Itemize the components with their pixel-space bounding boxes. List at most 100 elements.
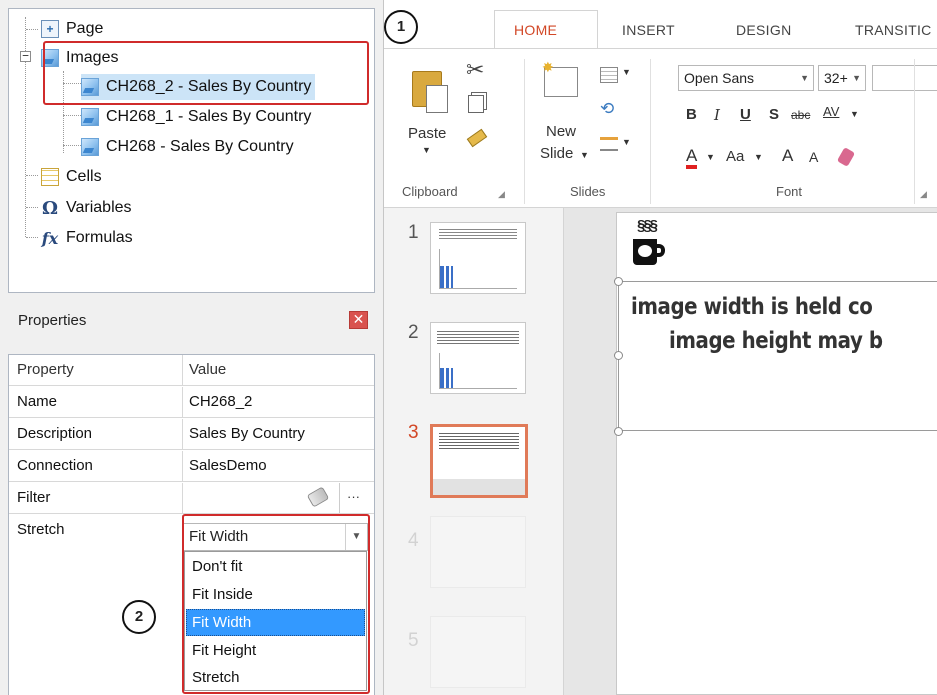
new-slide-label: Slide (540, 145, 574, 162)
copy-icon[interactable] (468, 95, 484, 113)
group-font: Font (776, 184, 803, 199)
tree-item-ch268[interactable]: CH268 - Sales By Country (81, 134, 294, 160)
property-row[interactable]: Connection SalesDemo (9, 451, 374, 482)
property-name: Stretch (9, 515, 183, 546)
tree-item-label: CH268_1 - Sales By Country (106, 108, 312, 125)
new-slide-label: New (546, 123, 577, 140)
chevron-down-icon[interactable]: ▼ (850, 109, 859, 119)
function-icon: fx (41, 228, 59, 248)
group-separator (914, 59, 915, 204)
collapse-images-toggle[interactable]: − (20, 50, 31, 62)
tree-guide (26, 29, 38, 30)
col-property-header: Property (9, 355, 183, 386)
close-icon[interactable]: ✕ (349, 311, 368, 329)
tab-home[interactable]: HOME (514, 22, 557, 38)
shrink-font-button[interactable]: A (809, 149, 818, 165)
steam-icon: §§§ (637, 217, 658, 234)
font-size-box[interactable]: 32+ ▼ (818, 65, 866, 91)
font-size-value: 32+ (824, 70, 848, 86)
tree-item-cells[interactable]: Cells (41, 164, 102, 190)
more-button[interactable]: ··· (339, 483, 367, 513)
new-slide-button[interactable]: ✸ New Slide ▼ (536, 57, 589, 173)
format-painter-icon[interactable] (466, 128, 488, 148)
property-value[interactable]: CH268_2 (189, 387, 369, 418)
font-extra-box[interactable] (872, 65, 937, 91)
highlight-box (43, 41, 369, 105)
cut-icon[interactable]: ✂ (466, 57, 484, 83)
property-value[interactable]: SalesDemo (189, 451, 369, 482)
thumbnail-text (437, 331, 519, 345)
section-icon[interactable] (600, 137, 618, 151)
tree-guide (26, 175, 38, 176)
clear-formatting-icon[interactable] (836, 147, 856, 167)
group-separator (524, 59, 525, 204)
layout-icon[interactable] (600, 67, 618, 83)
slide[interactable]: §§§ image width is held co image height … (614, 212, 937, 695)
grid-header: Property Value (9, 355, 374, 386)
slide-thumbnail-active[interactable] (430, 424, 528, 498)
char-spacing-button[interactable]: AV (823, 104, 839, 119)
image-icon (81, 108, 99, 126)
ribbon: Paste ▼ ✂ Clipboard ◢ ✸ New Slide ▼ ▼ ⟲ … (384, 48, 937, 208)
dialog-launcher-icon[interactable]: ◢ (498, 189, 505, 200)
resize-handle[interactable] (614, 277, 623, 286)
dialog-launcher-icon[interactable]: ◢ (920, 189, 927, 200)
tree-item-label: Page (66, 20, 104, 37)
group-clipboard: Clipboard (402, 184, 458, 199)
slide-thumbnails: 1 2 3 4 5 (384, 208, 564, 695)
text-box[interactable]: image width is held co image height may … (614, 277, 937, 436)
resize-handle[interactable] (614, 427, 623, 436)
tab-design[interactable]: DESIGN (736, 22, 791, 38)
property-value[interactable]: Sales By Country (189, 419, 369, 450)
slide-canvas: §§§ image width is held co image height … (564, 208, 937, 695)
property-row[interactable]: Description Sales By Country (9, 419, 374, 450)
tree-item-page[interactable]: + Page (41, 16, 103, 42)
property-row[interactable]: Filter ··· (9, 483, 374, 514)
callout-1: 1 (384, 10, 418, 44)
left-panel: − + Page Images CH268_2 - Sales By Count… (0, 0, 383, 695)
grow-font-button[interactable]: A (782, 146, 793, 166)
chevron-down-icon[interactable]: ▼ (852, 66, 861, 90)
slide-thumbnail[interactable] (430, 616, 526, 688)
bold-button[interactable]: B (686, 106, 697, 123)
tree-item-variables[interactable]: Ω Variables (41, 195, 132, 221)
tree-guide (26, 207, 38, 208)
image-icon (81, 138, 99, 156)
property-name: Description (9, 419, 183, 450)
tree-item-ch268-1[interactable]: CH268_1 - Sales By Country (81, 104, 311, 130)
slide-number: 5 (408, 630, 419, 651)
property-row[interactable]: Name CH268_2 (9, 387, 374, 418)
italic-button[interactable]: I (714, 106, 720, 124)
tree-item-formulas[interactable]: fx Formulas (41, 225, 133, 251)
shadow-button[interactable]: S (769, 106, 779, 123)
tab-insert[interactable]: INSERT (622, 22, 675, 38)
strikethrough-button[interactable]: abc (791, 108, 810, 122)
page-icon: + (41, 20, 59, 38)
mug-logo-icon (633, 239, 665, 265)
slide-thumbnail[interactable] (430, 322, 526, 394)
chevron-down-icon[interactable]: ▼ (754, 152, 763, 162)
change-case-button[interactable]: Aa (726, 148, 744, 165)
tab-transitions[interactable]: TRANSITIC (855, 22, 932, 38)
tree-guide (26, 237, 38, 238)
chevron-down-icon[interactable]: ▼ (622, 67, 631, 77)
font-color-button[interactable]: A (686, 147, 698, 169)
thumbnail-text (439, 433, 519, 449)
chevron-down-icon[interactable]: ▼ (706, 152, 715, 162)
ribbon-tabs: HOME INSERT DESIGN TRANSITIC (384, 0, 937, 50)
slide-thumbnail[interactable] (430, 222, 526, 294)
presentation-app: HOME INSERT DESIGN TRANSITIC Paste ▼ ✂ C… (383, 0, 937, 695)
paste-button[interactable]: Paste ▼ (406, 59, 454, 169)
chevron-down-icon[interactable]: ▼ (622, 137, 631, 147)
underline-button[interactable]: U (740, 106, 751, 123)
tree-item-label: CH268 - Sales By Country (106, 138, 294, 155)
chevron-down-icon[interactable]: ▼ (800, 66, 809, 90)
font-name-box[interactable]: Open Sans ▼ (678, 65, 814, 91)
thumbnail-text (439, 229, 517, 239)
reset-icon[interactable]: ⟲ (600, 99, 614, 119)
tree-item-label: Formulas (66, 229, 133, 246)
slide-thumbnail[interactable] (430, 516, 526, 588)
group-separator (650, 59, 651, 204)
resize-handle[interactable] (614, 351, 623, 360)
callout-2: 2 (122, 600, 156, 634)
